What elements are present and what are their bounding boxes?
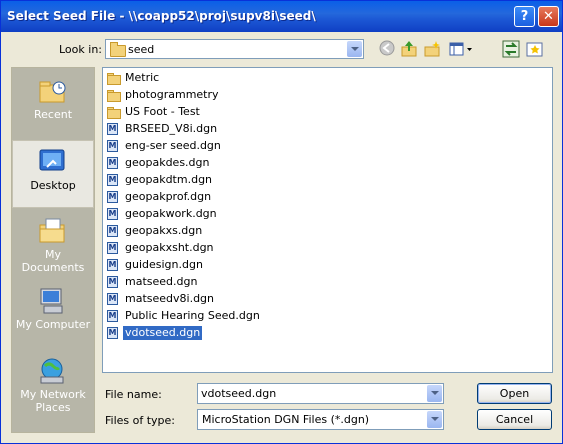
file-type-label: Files of type: [105, 414, 176, 427]
file-name-text: vdotseed.dgn [121, 325, 204, 341]
file-name-text: matseed.dgn [125, 275, 198, 288]
dgn-file-icon: M [107, 276, 118, 288]
place-label: My Network Places [20, 388, 86, 414]
look-in-label: Look in: [59, 43, 102, 56]
dgn-file-icon: M [107, 140, 118, 152]
file-type-value: MicroStation DGN Files (*.dgn) [202, 413, 370, 426]
dgn-file-icon: M [107, 157, 118, 169]
help-button[interactable]: ? [514, 6, 535, 27]
file-name-value: vdotseed.dgn [201, 387, 277, 400]
file-name-text: geopakxsht.dgn [125, 241, 214, 254]
file-name-text: geopakdes.dgn [125, 156, 210, 169]
title-bar[interactable]: Select Seed File - \\coapp52\proj\supv8i… [1, 1, 562, 32]
network-places-icon [37, 356, 67, 386]
folder-icon [110, 42, 126, 57]
place-recent[interactable]: Recent [12, 70, 94, 138]
file-name-text: geopakxs.dgn [125, 224, 203, 237]
file-name-text: BRSEED_V8i.dgn [125, 122, 218, 135]
recent-folder-icon [37, 76, 67, 106]
file-type-dropdown[interactable]: MicroStation DGN Files (*.dgn) [197, 409, 444, 430]
file-name-text: Metric [125, 71, 160, 84]
file-name-text: geopakwork.dgn [125, 207, 217, 220]
place-my-computer[interactable]: My Computer [12, 280, 94, 348]
file-name-text: US Foot - Test [125, 105, 200, 118]
dgn-file-icon: M [107, 327, 118, 339]
star-icon[interactable] [526, 40, 544, 58]
dgn-file-icon: M [107, 293, 118, 305]
switch-icon[interactable] [502, 40, 520, 58]
file-name-text: eng-ser seed.dgn [125, 139, 221, 152]
folder-icon [107, 89, 121, 102]
place-my-documents[interactable]: My Documents [12, 210, 94, 278]
desktop-icon [38, 147, 68, 177]
place-desktop[interactable]: Desktop [12, 140, 94, 208]
file-name-label: File name: [105, 388, 162, 401]
folder-icon [107, 72, 121, 85]
file-name-text: photogrammetry [125, 88, 219, 101]
views-menu-icon[interactable] [448, 40, 474, 58]
file-list[interactable]: Metric photogrammetry US Foot - Test M BRSEE… [102, 67, 553, 373]
close-button[interactable]: ✕ [538, 6, 559, 27]
place-label: My Computer [15, 318, 91, 331]
window-title: Select Seed File - \\coapp52\proj\supv8i… [7, 9, 316, 23]
place-label: Recent [33, 108, 73, 121]
dgn-file-icon: M [107, 225, 118, 237]
cancel-button[interactable]: Cancel [477, 409, 552, 430]
place-my-network-places[interactable]: My Network Places [12, 350, 94, 430]
places-bar: Recent Desktop My Documents My Computer … [11, 67, 95, 433]
dgn-file-icon: M [107, 191, 118, 203]
dgn-file-icon: M [107, 242, 118, 254]
dgn-file-icon: M [107, 208, 118, 220]
look-in-dropdown[interactable]: seed [105, 39, 364, 59]
open-button[interactable]: Open [477, 383, 552, 404]
look-in-value: seed [128, 43, 155, 56]
file-name-field[interactable]: vdotseed.dgn [197, 383, 444, 404]
dgn-file-icon: M [107, 259, 118, 271]
new-folder-icon[interactable] [423, 40, 441, 58]
file-name-text: geopakprof.dgn [125, 190, 212, 203]
chevron-down-icon[interactable] [427, 411, 442, 428]
folder-icon [107, 106, 121, 119]
dgn-file-icon: M [107, 123, 118, 135]
my-computer-icon [37, 286, 67, 316]
dgn-file-icon: M [107, 174, 118, 186]
dialog-window: Select Seed File - \\coapp52\proj\supv8i… [0, 0, 563, 444]
up-folder-icon[interactable] [400, 40, 418, 58]
dgn-file-icon: M [107, 310, 118, 322]
chevron-down-icon[interactable] [427, 385, 442, 402]
place-label: My Documents [21, 248, 85, 274]
back-arrow-icon[interactable] [378, 40, 396, 58]
file-name-text: guidesign.dgn [125, 258, 203, 271]
chevron-down-icon[interactable] [347, 41, 362, 57]
place-label: Desktop [30, 179, 76, 192]
file-name-text: matseedv8i.dgn [125, 292, 215, 305]
file-name-dropdown-toggle[interactable] [427, 384, 443, 403]
file-name-text: geopakdtm.dgn [125, 173, 213, 186]
file-name-text: Public Hearing Seed.dgn [125, 309, 260, 322]
my-documents-icon [37, 216, 67, 246]
